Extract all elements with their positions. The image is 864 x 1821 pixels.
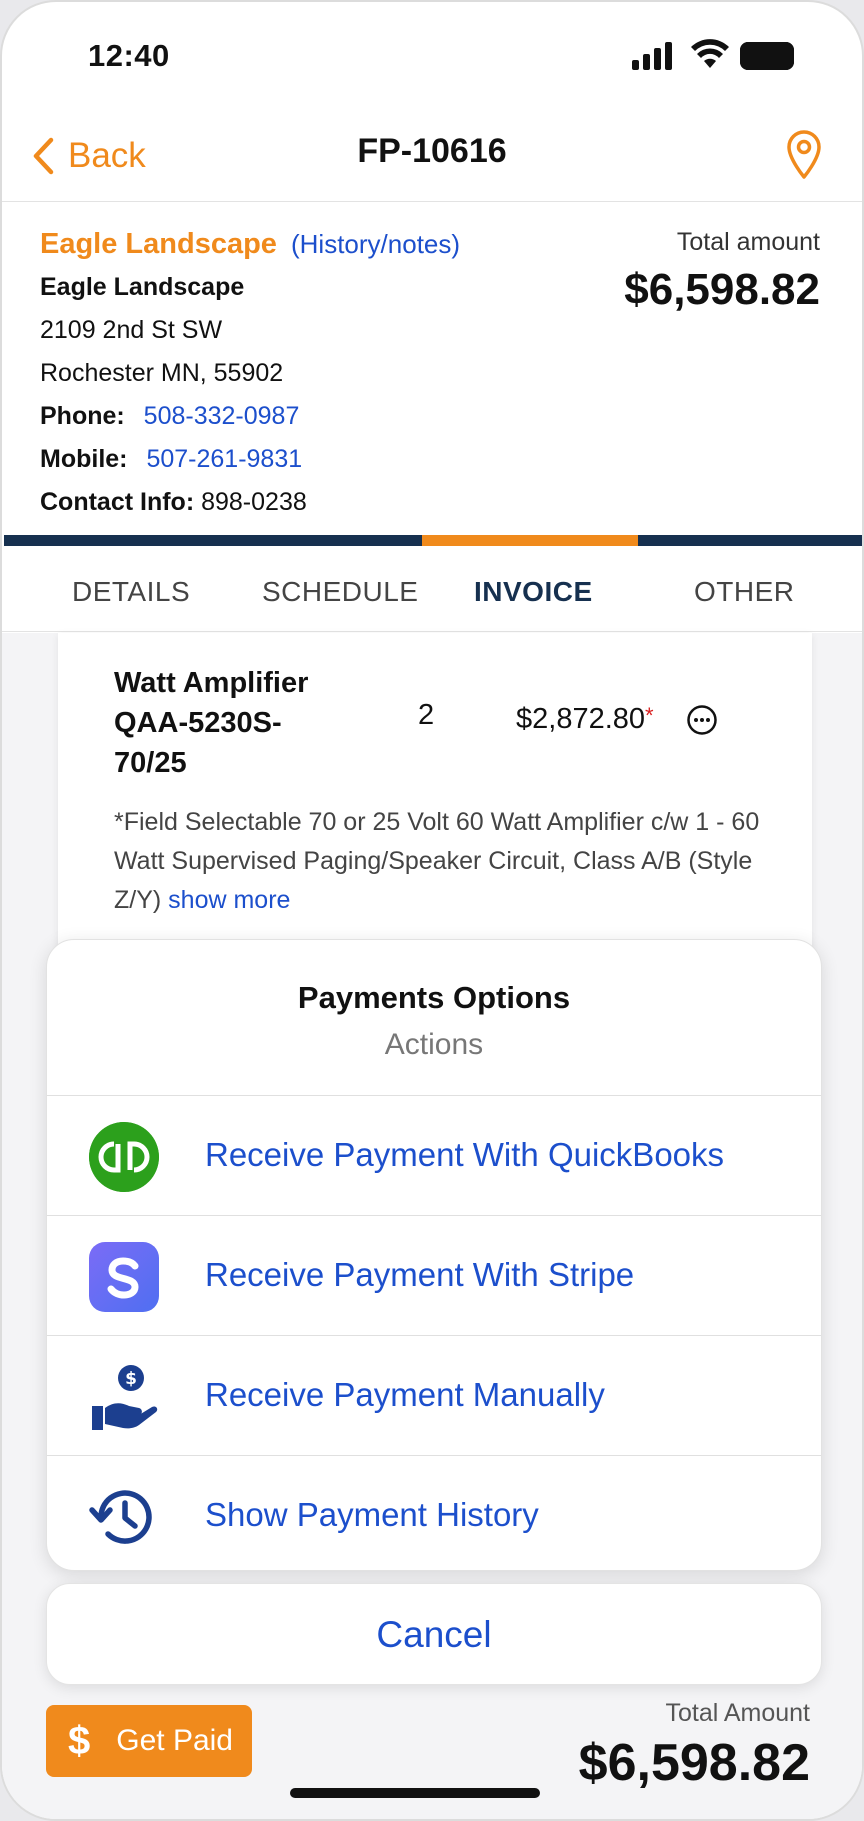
- tab-other[interactable]: OTHER: [694, 576, 795, 608]
- hand-dollar-icon: $: [92, 1365, 158, 1430]
- mobile-label: Mobile:: [40, 445, 128, 473]
- item-price-value: $2,872.80: [516, 703, 646, 735]
- required-mark: *: [645, 703, 654, 728]
- option-label: Receive Payment Manually: [205, 1376, 605, 1413]
- phone-label: Phone:: [40, 402, 125, 430]
- status-time: 12:40: [88, 38, 170, 73]
- svg-text:$: $: [125, 1369, 137, 1389]
- item-quantity: 2: [418, 699, 435, 731]
- tab-details[interactable]: DETAILS: [72, 576, 190, 608]
- tab-progress-bar: [4, 535, 862, 546]
- history-notes-link[interactable]: (History/notes): [291, 229, 460, 259]
- option-label: Receive Payment With Stripe: [205, 1256, 635, 1293]
- tab-progress-indicator: [422, 535, 638, 546]
- total-amount-label: Total amount: [676, 228, 820, 256]
- home-indicator[interactable]: [290, 1788, 540, 1798]
- customer-name-link[interactable]: Eagle Landscape: [40, 228, 277, 260]
- status-bar: 12:40 21: [2, 2, 862, 112]
- tab-schedule[interactable]: SCHEDULE: [262, 576, 418, 608]
- more-options-icon[interactable]: [686, 704, 718, 736]
- sheet-header: Payments Options Actions: [47, 940, 821, 1096]
- item-description: *Field Selectable 70 or 25 Volt 60 Watt …: [114, 803, 774, 920]
- nav-bar: Back FP-10616: [2, 112, 862, 202]
- quickbooks-icon: [89, 1122, 159, 1192]
- sheet-title: Payments Options: [297, 980, 571, 1015]
- show-more-link[interactable]: show more: [168, 886, 290, 914]
- item-name: Watt Amplifier QAA-5230S-70/25: [114, 667, 309, 779]
- get-paid-button[interactable]: $ Get Paid: [46, 1705, 252, 1777]
- invoice-item-card: Watt Amplifier QAA-5230S-70/25 2 $2,872.…: [58, 633, 812, 963]
- option-label: Show Payment History: [205, 1496, 539, 1533]
- dollar-icon: $: [68, 1718, 91, 1763]
- contact-info-label: Contact Info:: [40, 488, 195, 516]
- option-label: Receive Payment With QuickBooks: [205, 1136, 725, 1173]
- item-price: $2,872.80*: [516, 703, 654, 736]
- wifi-icon: [691, 39, 729, 68]
- mobile-link[interactable]: 507-261-9831: [146, 445, 302, 473]
- cellular-signal-icon: [632, 42, 674, 70]
- map-pin-icon[interactable]: [784, 128, 824, 180]
- receive-payment-manually-option[interactable]: $ Receive Payment Manually: [47, 1336, 821, 1456]
- cancel-button[interactable]: Cancel: [46, 1583, 822, 1685]
- history-icon: [89, 1490, 152, 1544]
- address-line-2: Rochester MN, 55902: [40, 359, 284, 387]
- total-amount-block: Total amount $6,598.82: [624, 222, 820, 318]
- receive-payment-quickbooks-option[interactable]: Receive Payment With QuickBooks: [47, 1096, 821, 1216]
- phone-screen: 12:40 21 Back FP-10616: [0, 0, 864, 1821]
- receive-payment-stripe-option[interactable]: Receive Payment With Stripe: [47, 1216, 821, 1336]
- page-title: FP-10616: [357, 132, 507, 170]
- bottom-total-block: Total Amount $6,598.82: [579, 1696, 810, 1796]
- tab-bar: DETAILS SCHEDULE INVOICE OTHER: [2, 562, 862, 632]
- bottom-total-value: $6,598.82: [578, 1734, 810, 1792]
- stripe-icon: [89, 1242, 159, 1312]
- show-payment-history-option[interactable]: Show Payment History: [47, 1456, 821, 1570]
- contact-info-value: 898-0238: [201, 488, 307, 516]
- tab-invoice[interactable]: INVOICE: [474, 576, 593, 608]
- total-amount-value: $6,598.82: [624, 265, 820, 314]
- phone-link[interactable]: 508-332-0987: [144, 402, 300, 430]
- sheet-subtitle: Actions: [384, 1028, 484, 1061]
- bottom-total-label: Total Amount: [665, 1699, 810, 1727]
- get-paid-label: Get Paid: [116, 1724, 233, 1757]
- payment-options-sheet: Payments Options Actions Receive Payment…: [46, 939, 822, 1571]
